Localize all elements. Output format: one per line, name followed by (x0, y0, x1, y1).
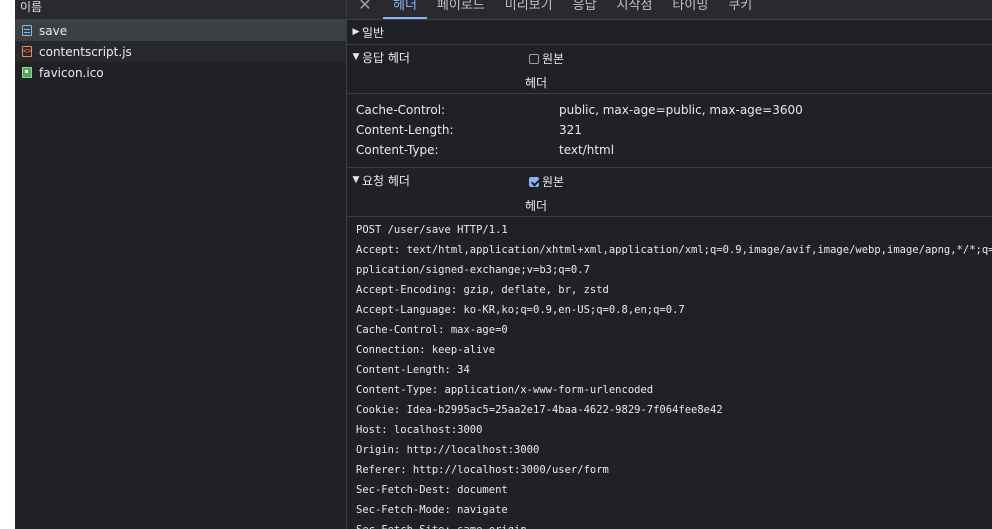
tab-payload[interactable]: 페이로드 (427, 0, 495, 19)
raw-line: Sec-Fetch-Site: same-origin (356, 520, 992, 529)
header-name: Cache-Control: (356, 103, 446, 117)
script-icon: <> (22, 46, 32, 57)
close-icon[interactable]: ✕ (347, 0, 383, 19)
tab-initiator[interactable]: 시작점 (607, 0, 663, 19)
raw-line: Content-Length: 34 (356, 364, 470, 376)
raw-line: Content-Type: application/x-www-form-url… (356, 384, 654, 396)
raw-line: Sec-Fetch-Dest: document (356, 484, 508, 496)
raw-line: Accept-Encoding: gzip, deflate, br, zstd (356, 284, 609, 296)
raw-line: Cache-Control: max-age=0 (356, 324, 508, 336)
tab-cookies[interactable]: 쿠키 (718, 0, 762, 19)
tab-timing[interactable]: 타이밍 (662, 0, 718, 19)
raw-line: Accept: text/html,application/xhtml+xml,… (356, 244, 992, 256)
request-list-panel: 이름 save <> contentscript.js favicon.ico (15, 0, 347, 529)
request-raw-checkbox[interactable] (529, 176, 539, 187)
section-title: 요청 헤더 (362, 173, 410, 188)
request-headers-section-header[interactable]: ▼ 요청 헤더 원본 헤더 (347, 168, 992, 217)
tab-headers[interactable]: 헤더 (383, 0, 427, 19)
request-headers-column-label: 헤더 (525, 199, 548, 213)
response-headers-column-label: 헤더 (525, 76, 548, 90)
name-column-header[interactable]: 이름 (15, 0, 346, 20)
request-raw-toggle[interactable]: 원본 (529, 173, 564, 190)
raw-line: Origin: http://localhost:3000 (356, 444, 540, 456)
request-item-label: save (39, 23, 68, 38)
raw-line: Referer: http://localhost:3000/user/form (356, 464, 609, 476)
request-item-label: favicon.ico (39, 65, 104, 80)
raw-line: POST /user/save HTTP/1.1 (356, 224, 508, 236)
details-tab-bar: ✕ 헤더 페이로드 미리보기 응답 시작점 타이밍 쿠키 (347, 0, 992, 20)
section-title: 일반 (362, 25, 385, 40)
tab-response[interactable]: 응답 (563, 0, 607, 19)
request-item-contentscript[interactable]: <> contentscript.js (15, 41, 346, 62)
raw-line: Sec-Fetch-Mode: navigate (356, 504, 508, 516)
header-value: text/html (559, 143, 615, 157)
raw-line: Connection: keep-alive (356, 344, 496, 356)
request-item-label: contentscript.js (39, 44, 132, 59)
raw-request-headers: POST /user/save HTTP/1.1 Accept: text/ht… (347, 217, 992, 529)
header-value: public, max-age=public, max-age=3600 (559, 103, 803, 117)
section-title: 응답 헤더 (362, 50, 410, 65)
header-name: Content-Length: (356, 123, 454, 137)
triangle-down-icon: ▼ (352, 52, 360, 62)
request-item-save[interactable]: save (15, 20, 346, 41)
request-details-panel: ✕ 헤더 페이로드 미리보기 응답 시작점 타이밍 쿠키 ▶ 일반 ▼ 응답 헤… (347, 0, 992, 529)
raw-label: 원본 (542, 52, 565, 66)
request-item-favicon[interactable]: favicon.ico (15, 62, 346, 83)
header-row: Content-Type: text/html (347, 140, 992, 160)
response-raw-checkbox[interactable] (529, 53, 539, 64)
image-icon (22, 67, 32, 78)
triangle-down-icon: ▼ (352, 175, 360, 185)
header-row: Content-Length: 321 (347, 120, 992, 140)
response-headers-section-header[interactable]: ▼ 응답 헤더 원본 헤더 (347, 45, 992, 94)
general-section-header[interactable]: ▶ 일반 (347, 20, 992, 45)
raw-line: Cookie: Idea-b2995ac5=25aa2e17-4baa-4622… (356, 404, 723, 416)
raw-line: Host: localhost:3000 (356, 424, 483, 436)
response-headers-list: Cache-Control: public, max-age=public, m… (347, 94, 992, 168)
devtools-window: 이름 save <> contentscript.js favicon.ico … (0, 0, 992, 529)
header-name: Content-Type: (356, 143, 439, 157)
document-icon (22, 25, 32, 36)
raw-line: pplication/signed-exchange;v=b3;q=0.7 (356, 264, 590, 276)
response-raw-toggle[interactable]: 원본 (529, 50, 564, 67)
raw-label: 원본 (542, 175, 565, 189)
header-row: Cache-Control: public, max-age=public, m… (347, 100, 992, 120)
header-value: 321 (559, 123, 582, 137)
triangle-right-icon: ▶ (352, 27, 360, 37)
raw-line: Accept-Language: ko-KR,ko;q=0.9,en-US;q=… (356, 304, 685, 316)
tab-preview[interactable]: 미리보기 (495, 0, 563, 19)
